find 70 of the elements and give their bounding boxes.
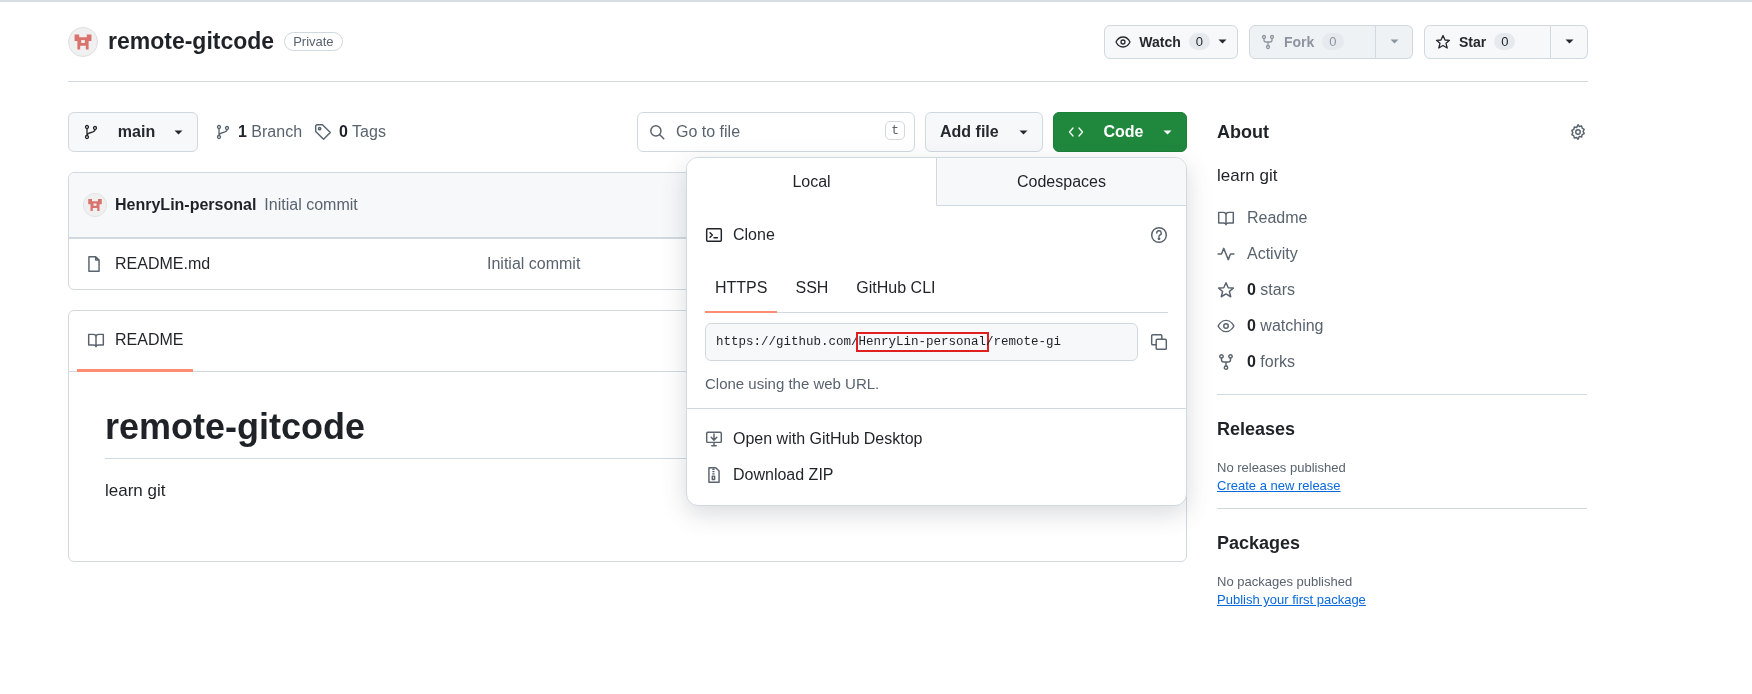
help-icon (1150, 226, 1168, 244)
readme-tab[interactable]: README (77, 311, 194, 372)
empty-note: No releases published (1217, 460, 1347, 475)
search-icon (648, 123, 666, 141)
branches-link[interactable]: 1 Branch (215, 123, 303, 141)
tag-icon (314, 123, 333, 141)
star-icon (1217, 281, 1235, 299)
packages-link[interactable]: Publish your first package (1217, 592, 1366, 607)
commit-message[interactable]: Initial commit (487, 255, 581, 273)
repo-description: learn git (1217, 166, 1279, 186)
activity-icon (1217, 245, 1235, 263)
releases-heading: Releases (1217, 419, 1297, 440)
releases-link[interactable]: Create a new release (1217, 478, 1341, 493)
zip-file-icon (705, 466, 723, 484)
file-name[interactable]: README.md (115, 255, 475, 273)
stars-link[interactable]: 0 stars (1217, 272, 1587, 308)
caret-icon (1019, 129, 1028, 135)
empty-note: No packages published (1217, 574, 1354, 589)
avatar-icon (68, 26, 98, 57)
shortcut-key: t (885, 121, 905, 140)
watch-button[interactable]: Watch 0 (1104, 24, 1238, 59)
protocol-tab[interactable]: GitHub CLI (846, 264, 946, 313)
activity-link[interactable]: Activity (1217, 236, 1587, 272)
readme-link[interactable]: Readme (1217, 200, 1587, 236)
desktop-download-icon (705, 430, 723, 448)
counter-badge: 0 (1188, 33, 1210, 50)
download-zip-item[interactable]: Download ZIP (705, 457, 1168, 493)
copy-icon (1150, 333, 1168, 351)
star-button[interactable]: Star 0 (1424, 24, 1551, 59)
readme-text: learn git (105, 481, 166, 501)
settings-icon (1569, 123, 1587, 141)
commit-author[interactable]: HenryLin-personal (115, 196, 257, 214)
eye-icon (1217, 317, 1235, 335)
caret-icon (174, 129, 183, 135)
terminal-icon (705, 226, 723, 244)
clone-title: Clone (733, 226, 775, 244)
book-icon (1217, 209, 1235, 227)
eye-icon (1115, 33, 1132, 50)
add-file-button[interactable]: Add file (925, 112, 1043, 152)
forks-link[interactable]: 0 forks (1217, 344, 1587, 380)
dropdown-button[interactable] (1551, 24, 1588, 59)
packages-heading: Packages (1217, 533, 1302, 554)
clone-hint: Clone using the web URL. (705, 375, 881, 392)
fork-icon (1260, 33, 1276, 50)
branch-select-button[interactable]: main (68, 112, 198, 152)
caret-icon (1564, 39, 1574, 44)
avatar-icon (83, 193, 107, 217)
about-heading: About (1217, 121, 1269, 143)
code-button[interactable]: Code (1053, 112, 1187, 152)
fork-icon (1217, 353, 1235, 371)
protocol-tab[interactable]: SSH (785, 264, 839, 313)
file-icon (85, 255, 103, 273)
clone-tab[interactable]: Local (687, 158, 937, 206)
repository-title[interactable]: remote-gitcode (108, 28, 275, 55)
counter-badge: 0 (1322, 33, 1344, 50)
caret-icon (1163, 129, 1172, 135)
commit-message[interactable]: Initial commit (264, 196, 358, 214)
branch-icon (215, 124, 231, 140)
watchers-link[interactable]: 0 watching (1217, 308, 1587, 344)
star-icon (1435, 33, 1451, 50)
dropdown-button[interactable] (1376, 24, 1413, 59)
book-icon (87, 331, 105, 349)
caret-icon (1389, 39, 1399, 44)
counter-badge: 0 (1494, 33, 1516, 50)
highlight-box: HenryLin-personal (858, 335, 987, 349)
protocol-tab[interactable]: HTTPS (705, 264, 778, 313)
tags-link[interactable]: 0 Tags (314, 123, 386, 141)
caret-icon (1218, 39, 1227, 44)
branch-icon (83, 124, 99, 140)
clone-tab[interactable]: Codespaces (937, 158, 1186, 206)
